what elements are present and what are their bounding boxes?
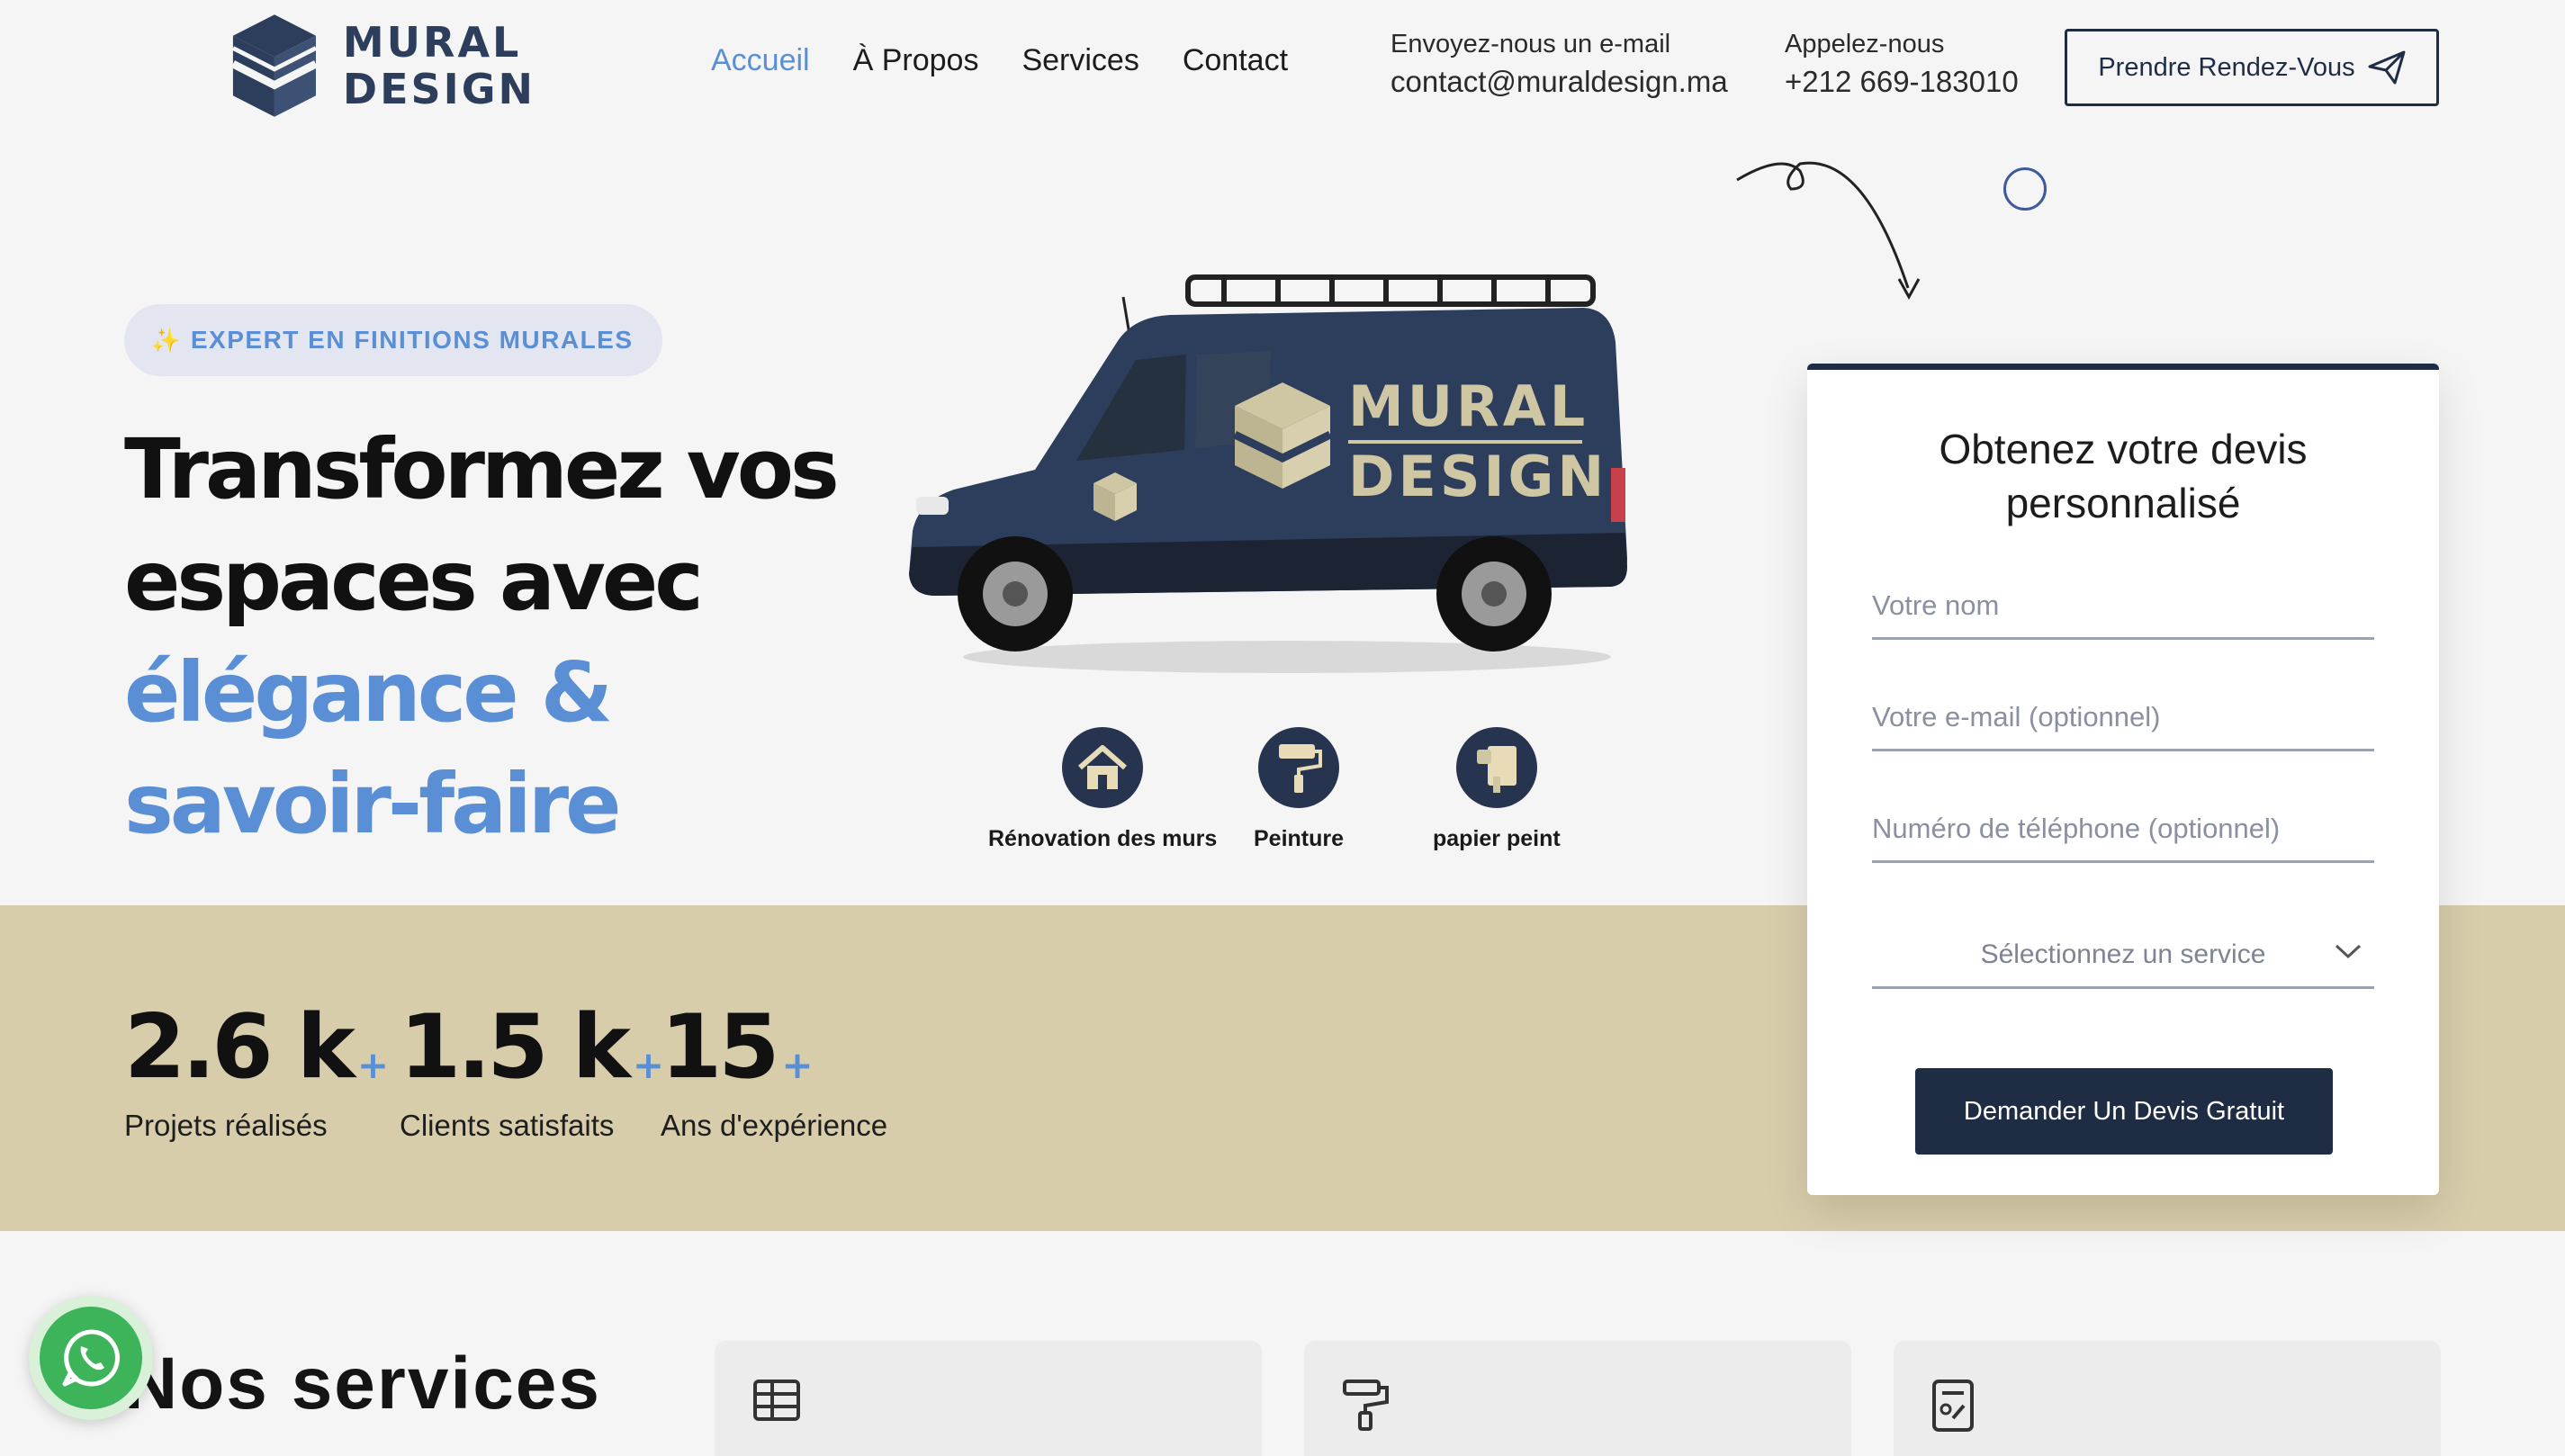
mini-service-papier-peint[interactable]: papier peint xyxy=(1433,727,1561,852)
stat-value: 15 xyxy=(661,996,779,1099)
name-input[interactable] xyxy=(1872,573,2374,637)
document-edit-icon xyxy=(1932,1380,1974,1432)
service-card-2[interactable] xyxy=(1304,1341,1851,1456)
email-label: Envoyez-nous un e-mail xyxy=(1390,30,1671,58)
name-field[interactable] xyxy=(1872,573,2374,640)
service-card-3[interactable] xyxy=(1894,1341,2441,1456)
stat-plus: + xyxy=(781,1043,814,1087)
hero-title-accent1: élégance & xyxy=(124,644,613,741)
wallpaper-icon xyxy=(1455,727,1537,808)
hero-title-accent2: savoir-faire xyxy=(124,756,622,852)
hero-title: Transformez vos espaces avec élégance & … xyxy=(124,414,934,860)
main-nav: Accueil À Propos Services Contact xyxy=(711,43,1288,78)
brand-line2: DESIGN xyxy=(342,65,536,113)
email-contact[interactable]: Envoyez-nous un e-mail contact@muraldesi… xyxy=(1390,25,1728,101)
paint-roller-icon xyxy=(1258,727,1340,808)
mini-service-peinture[interactable]: Peinture xyxy=(1254,727,1344,852)
grid-tiles-icon xyxy=(753,1380,800,1421)
form-title: Obtenez votre devis personnalisé xyxy=(1939,426,2308,526)
svg-text:MURAL: MURAL xyxy=(1348,373,1588,439)
book-appointment-button[interactable]: Prendre Rendez-Vous xyxy=(2065,29,2439,106)
phone-value[interactable]: +212 669-183010 xyxy=(1785,63,2019,101)
send-icon xyxy=(2368,50,2406,85)
svg-text:DESIGN: DESIGN xyxy=(1348,444,1607,509)
phone-label: Appelez-nous xyxy=(1785,30,1945,58)
hero-badge: ✨ EXPERT EN FINITIONS MURALES xyxy=(124,304,662,376)
phone-input[interactable] xyxy=(1872,796,2374,860)
request-quote-button[interactable]: Demander Un Devis Gratuit xyxy=(1915,1068,2333,1155)
cube-logo-icon xyxy=(230,14,318,117)
house-icon xyxy=(1062,727,1144,808)
stat-value: 1.5 k xyxy=(400,996,631,1099)
nav-item-contact[interactable]: Contact xyxy=(1183,43,1288,78)
nav-item-accueil[interactable]: Accueil xyxy=(711,43,810,78)
stat-label: Projets réalisés xyxy=(124,1109,328,1142)
hero-title-line2: espaces avec xyxy=(124,533,704,629)
sparkle-icon: ✨ xyxy=(151,326,182,354)
decorative-circle xyxy=(2003,167,2047,211)
quote-form: Obtenez votre devis personnalisé Sélecti… xyxy=(1807,364,2439,1195)
van-illustration: MURAL DESIGN xyxy=(909,274,1627,673)
stat-experience: 15 + Ans d'expérience xyxy=(661,997,887,1143)
mini-service-label: Peinture xyxy=(1254,826,1345,851)
email-field[interactable] xyxy=(1872,685,2374,751)
brand-logo[interactable]: MURAL DESIGN xyxy=(230,7,536,124)
paint-roller-outline-icon xyxy=(1343,1380,1389,1431)
stat-label: Clients satisfaits xyxy=(400,1109,615,1142)
whatsapp-button[interactable] xyxy=(29,1296,153,1420)
stat-projects: 2.6 k + Projets réalisés xyxy=(124,997,389,1143)
stat-clients: 1.5 k + Clients satisfaits xyxy=(400,997,664,1143)
whatsapp-icon xyxy=(62,1329,120,1387)
nav-item-a-propos[interactable]: À Propos xyxy=(853,43,979,78)
email-input[interactable] xyxy=(1872,685,2374,749)
mini-service-label: Rénovation des murs xyxy=(988,826,1218,851)
hero-badge-text: EXPERT EN FINITIONS MURALES xyxy=(190,326,634,354)
chevron-down-icon xyxy=(2335,944,2362,959)
phone-contact[interactable]: Appelez-nous +212 669-183010 xyxy=(1785,25,2019,101)
services-title: Nos services xyxy=(124,1343,602,1425)
brand-line1: MURAL xyxy=(342,18,522,67)
mini-service-label: papier peint xyxy=(1433,826,1561,851)
nav-item-services[interactable]: Services xyxy=(1022,43,1138,78)
stat-plus: + xyxy=(356,1043,390,1087)
stat-label: Ans d'expérience xyxy=(661,1109,888,1142)
book-appointment-label: Prendre Rendez-Vous xyxy=(2098,52,2355,82)
service-select[interactable]: Sélectionnez un service xyxy=(1872,922,2374,989)
stat-plus: + xyxy=(632,1043,665,1087)
email-value[interactable]: contact@muraldesign.ma xyxy=(1390,63,1728,101)
hero-title-line1: Transformez vos xyxy=(124,421,840,517)
squiggle-arrow-icon xyxy=(1736,161,1921,301)
service-card-1[interactable] xyxy=(715,1341,1262,1456)
mini-service-renovation[interactable]: Rénovation des murs xyxy=(988,727,1217,852)
phone-field[interactable] xyxy=(1872,796,2374,863)
service-select-value: Sélectionnez un service xyxy=(1980,939,2266,969)
stat-value: 2.6 k xyxy=(124,996,356,1099)
